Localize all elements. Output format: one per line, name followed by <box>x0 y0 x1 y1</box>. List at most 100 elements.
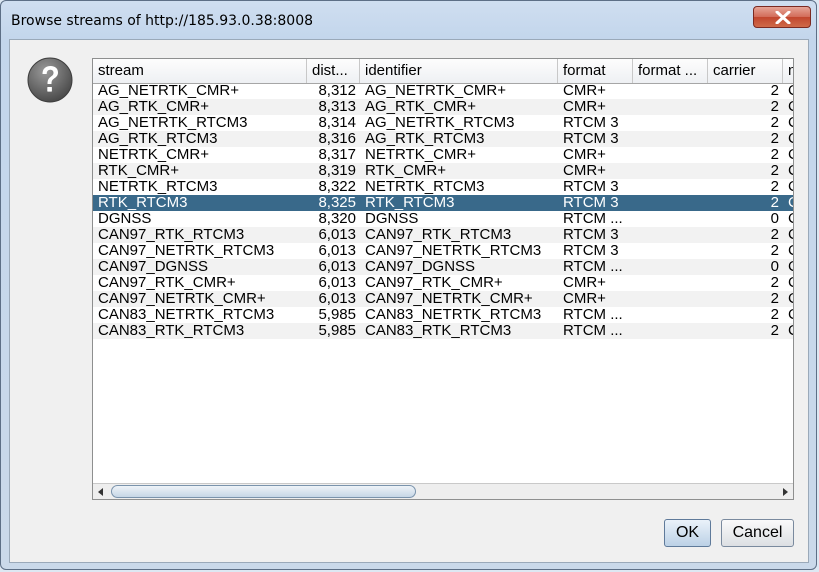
cell-format: RTCM ... <box>563 307 623 323</box>
table-row[interactable]: RTK_RTCM3 8,325 RTK_RTCM3 RTCM 3 2C <box>93 195 793 211</box>
cell-format: RTCM 3 <box>563 195 619 211</box>
cell-nav-system: C <box>783 83 793 99</box>
cell-distance: 5,985 <box>318 323 356 339</box>
cell-identifier: CAN97_NETRTK_CMR+ <box>365 291 533 307</box>
table-row[interactable]: AG_RTK_RTCM3 8,316 AG_RTK_RTCM3 RTCM 3 2C <box>93 131 793 147</box>
cell-nav-system: C <box>783 291 793 307</box>
cell-format-details <box>633 83 708 99</box>
cell-identifier: NETRTK_CMR+ <box>365 147 476 163</box>
cell-nav-system: C <box>783 99 793 115</box>
cell-format-details <box>633 259 708 275</box>
table-row[interactable]: DGNSS 8,320 DGNSS RTCM ... 0C <box>93 211 793 227</box>
cell-carrier: 2 <box>770 291 779 307</box>
table-row[interactable]: NETRTK_CMR+ 8,317 NETRTK_CMR+ CMR+ 2C <box>93 147 793 163</box>
cell-stream: CAN97_DGNSS <box>98 259 209 275</box>
horizontal-scrollbar[interactable] <box>93 483 793 499</box>
column-header-stream[interactable]: stream <box>93 59 307 83</box>
cell-distance: 8,312 <box>318 83 356 99</box>
table-row[interactable]: AG_NETRTK_RTCM3 8,314 AG_NETRTK_RTCM3 RTCM … <box>93 115 793 131</box>
column-header-identifier[interactable]: identifier <box>360 59 558 83</box>
title-bar[interactable]: Browse streams of http://185.93.0.38:800… <box>1 1 816 39</box>
table-row[interactable]: AG_NETRTK_CMR+ 8,312 AG_NETRTK_CMR+ CMR+ 2C <box>93 83 793 99</box>
table-row[interactable]: CAN97_NETRTK_RTCM3 6,013 CAN97_NETRTK_RTCM… <box>93 243 793 259</box>
cell-nav-system: C <box>783 259 793 275</box>
scroll-left-button[interactable] <box>93 484 109 499</box>
close-icon <box>775 11 791 24</box>
table-row[interactable]: RTK_CMR+ 8,319 RTK_CMR+ CMR+ 2C <box>93 163 793 179</box>
cell-format: RTCM ... <box>563 211 623 227</box>
cell-distance: 8,320 <box>318 211 356 227</box>
column-header-format[interactable]: format <box>558 59 633 83</box>
cell-nav-system: C <box>783 211 793 227</box>
cell-distance: 8,313 <box>318 99 356 115</box>
cell-nav-system: C <box>783 163 793 179</box>
cancel-button[interactable]: Cancel <box>721 519 794 547</box>
table-row[interactable]: NETRTK_RTCM3 8,322 NETRTK_RTCM3 RTCM 3 2C <box>93 179 793 195</box>
scroll-right-button[interactable] <box>777 484 793 499</box>
table-row[interactable]: CAN83_NETRTK_RTCM3 5,985 CAN83_NETRTK_RTCM… <box>93 307 793 323</box>
cell-carrier: 0 <box>770 259 779 275</box>
cell-identifier: RTK_RTCM3 <box>365 195 455 211</box>
column-header-carrier[interactable]: carrier <box>708 59 783 83</box>
cell-identifier: AG_RTK_RTCM3 <box>365 131 485 147</box>
cell-format: CMR+ <box>563 275 606 291</box>
cell-format-details <box>633 323 708 339</box>
cell-stream: AG_NETRTK_RTCM3 <box>98 115 248 131</box>
cell-distance: 5,985 <box>318 307 356 323</box>
cell-carrier: 2 <box>770 307 779 323</box>
cell-stream: AG_RTK_RTCM3 <box>98 131 218 147</box>
cell-identifier: RTK_CMR+ <box>365 163 446 179</box>
dialog-content: stream dist... identifier format format … <box>9 39 809 563</box>
cell-identifier: CAN97_DGNSS <box>365 259 476 275</box>
cell-format: CMR+ <box>563 291 606 307</box>
cell-format-details <box>633 275 708 291</box>
table-row[interactable]: AG_RTK_CMR+ 8,313 AG_RTK_CMR+ CMR+ 2C <box>93 99 793 115</box>
cell-distance: 8,322 <box>318 179 356 195</box>
table-row[interactable]: CAN83_RTK_RTCM3 5,985 CAN83_RTK_RTCM3 RTCM … <box>93 323 793 339</box>
window-title: Browse streams of http://185.93.0.38:800… <box>11 13 314 29</box>
table-row[interactable]: CAN97_DGNSS 6,013 CAN97_DGNSS RTCM ... 0C <box>93 259 793 275</box>
cell-nav-system: C <box>783 147 793 163</box>
cell-format-details <box>633 179 708 195</box>
close-button[interactable] <box>753 6 811 28</box>
cell-distance: 8,319 <box>318 163 356 179</box>
ok-button[interactable]: OK <box>664 519 711 547</box>
cell-carrier: 2 <box>770 227 779 243</box>
table-row[interactable]: CAN97_NETRTK_CMR+ 6,013 CAN97_NETRTK_CMR+ C… <box>93 291 793 307</box>
cell-carrier: 2 <box>770 115 779 131</box>
cell-identifier: CAN97_RTK_CMR+ <box>365 275 503 291</box>
cell-identifier: CAN83_NETRTK_RTCM3 <box>365 307 542 323</box>
column-header-nav-system[interactable]: n <box>783 59 793 83</box>
cell-distance: 6,013 <box>318 243 356 259</box>
cell-identifier: CAN97_NETRTK_RTCM3 <box>365 243 542 259</box>
cell-format-details <box>633 99 708 115</box>
cell-stream: NETRTK_CMR+ <box>98 147 209 163</box>
cell-format: CMR+ <box>563 147 606 163</box>
cell-format: CMR+ <box>563 163 606 179</box>
table-row[interactable]: CAN97_RTK_RTCM3 6,013 CAN97_RTK_RTCM3 RTCM … <box>93 227 793 243</box>
cell-nav-system: C <box>783 179 793 195</box>
cell-format-details <box>633 115 708 131</box>
cell-stream: DGNSS <box>98 211 152 227</box>
cell-nav-system: C <box>783 307 793 323</box>
cell-carrier: 2 <box>770 83 779 99</box>
cell-format-details <box>633 291 708 307</box>
scrollbar-thumb[interactable] <box>111 485 416 498</box>
cell-carrier: 2 <box>770 99 779 115</box>
cell-stream: CAN83_NETRTK_RTCM3 <box>98 307 275 323</box>
cell-stream: NETRTK_RTCM3 <box>98 179 218 195</box>
cell-format-details <box>633 131 708 147</box>
cell-identifier: AG_NETRTK_CMR+ <box>365 83 507 99</box>
cell-stream: RTK_RTCM3 <box>98 195 188 211</box>
cell-format: RTCM 3 <box>563 131 619 147</box>
cell-stream: CAN83_RTK_RTCM3 <box>98 323 245 339</box>
cell-format-details <box>633 243 708 259</box>
cell-nav-system: C <box>783 323 793 339</box>
table-row[interactable]: CAN97_RTK_CMR+ 6,013 CAN97_RTK_CMR+ CMR+ 2C <box>93 275 793 291</box>
column-header-distance[interactable]: dist... <box>307 59 360 83</box>
streams-table[interactable]: stream dist... identifier format format … <box>92 58 794 500</box>
cell-format: RTCM ... <box>563 323 623 339</box>
column-header-format-details[interactable]: format ... <box>633 59 708 83</box>
cell-carrier: 2 <box>770 323 779 339</box>
cell-stream: AG_RTK_CMR+ <box>98 99 210 115</box>
